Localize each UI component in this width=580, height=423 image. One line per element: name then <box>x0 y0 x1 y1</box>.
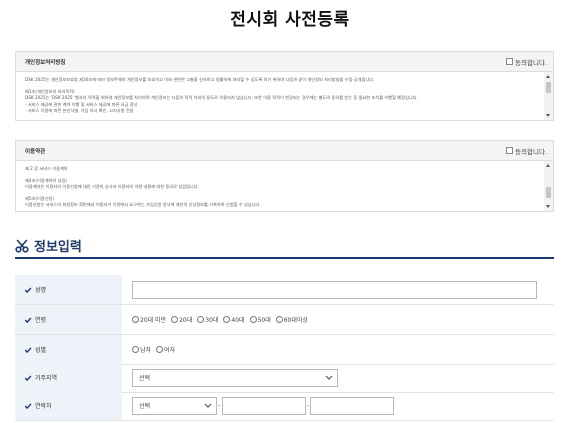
age-option-30s[interactable]: 30대 <box>197 315 218 324</box>
radio-icon[interactable] <box>132 346 139 353</box>
gender-option-male[interactable]: 남자 <box>132 345 151 354</box>
scroll-up-icon[interactable] <box>546 164 550 167</box>
region-select-value: 선택 <box>139 375 151 382</box>
privacy-agree-checkbox[interactable]: 동의합니다. <box>506 57 547 67</box>
region-select[interactable]: 선택 <box>132 368 338 387</box>
form-row-region: 거주지역 선택 <box>15 363 554 393</box>
age-option-under20[interactable]: 20대 미만 <box>132 315 166 324</box>
checkbox-icon[interactable] <box>506 147 514 154</box>
privacy-scrollbar[interactable] <box>544 72 553 120</box>
age-field-cell: 20대 미만 20대 30대 40대 50대 60대이상 <box>122 305 554 334</box>
chevron-down-icon <box>325 375 333 380</box>
scroll-thumb[interactable] <box>546 187 551 198</box>
page-title: 전시회 사전등록 <box>230 10 350 30</box>
radio-icon[interactable] <box>132 316 139 323</box>
phone-field-cell: 선택 - - <box>122 391 554 420</box>
scroll-down-icon[interactable] <box>546 114 550 117</box>
privacy-agree-label: 동의합니다. <box>515 58 547 67</box>
terms-agree-label: 동의합니다. <box>515 147 547 156</box>
radio-icon[interactable] <box>249 316 257 323</box>
gender-label-cell: 성별 <box>15 335 122 364</box>
phone-prefix-value: 선택 <box>139 403 151 410</box>
checkmark-icon <box>24 346 32 353</box>
scroll-thumb[interactable] <box>546 82 551 93</box>
scroll-down-icon[interactable] <box>546 205 550 208</box>
form-row-age: 연령 20대 미만 20대 30대 40대 50대 60대이상 <box>15 305 554 335</box>
terms-agreement-header: 이용약관 동의합니다. <box>16 141 553 161</box>
info-section-heading: 정보입력 <box>15 236 82 255</box>
gender-option-label: 여자 <box>164 347 176 354</box>
form-row-gender: 성별 남자 여자 <box>15 335 554 365</box>
terms-text[interactable]: 제 2 장 서비스 이용계약 제4조(이용계약의 성립) 이용계약은 이용자의 … <box>16 161 553 211</box>
name-label-cell: 성명 <box>15 275 122 304</box>
privacy-line: - 서비스 이용에 따른 본인식별, 가입 의사 확인, 고지사항 전달 <box>25 108 134 113</box>
region-label-cell: 거주지역 <box>15 363 122 392</box>
radio-icon[interactable] <box>223 316 231 323</box>
age-label-cell: 연령 <box>15 305 122 334</box>
checkmark-icon <box>24 374 32 381</box>
region-field-cell: 선택 <box>122 363 554 392</box>
form-row-name: 성명 <box>15 275 554 305</box>
scissors-icon <box>15 239 29 253</box>
terms-agree-checkbox[interactable]: 동의합니다. <box>506 146 547 156</box>
phone-label: 연락처 <box>35 403 52 410</box>
privacy-agreement-header: 개인정보처리방침 동의합니다. <box>16 52 553 72</box>
terms-line: 이용신청은 서비스의 회원정보 화면에서 이용자가 기관에서 요구하는 가입신청… <box>25 202 261 207</box>
age-option-label: 60대이상 <box>283 317 308 324</box>
phone-label-cell: 연락처 <box>15 391 122 420</box>
age-option-20s[interactable]: 20대 <box>171 315 192 324</box>
age-option-label: 30대 <box>205 317 219 324</box>
checkmark-icon <box>24 286 32 293</box>
gender-option-label: 남자 <box>140 347 152 354</box>
age-radio-group: 20대 미만 20대 30대 40대 50대 60대이상 <box>132 315 308 324</box>
checkmark-icon <box>24 402 32 409</box>
radio-icon[interactable] <box>275 316 283 323</box>
privacy-agreement-box: 개인정보처리방침 동의합니다. DSK 2025는 개인정보보호법 제30조에 … <box>15 51 554 121</box>
age-option-label: 20대 <box>179 317 193 324</box>
phone-prefix-select[interactable]: 선택 <box>132 396 217 415</box>
terms-heading: 이용약관 <box>25 148 46 155</box>
scroll-up-icon[interactable] <box>546 75 550 78</box>
section-divider <box>15 257 554 259</box>
region-label: 거주지역 <box>35 375 58 382</box>
age-label: 연령 <box>35 317 47 324</box>
checkmark-icon <box>24 316 32 323</box>
privacy-text[interactable]: DSK 2025는 개인정보보호법 제30조에 따라 정보주체의 개인정보를 보… <box>16 72 553 120</box>
gender-label: 성별 <box>35 347 47 354</box>
age-option-60plus[interactable]: 60대이상 <box>275 315 308 324</box>
terms-scrollbar[interactable] <box>544 161 553 211</box>
section-title: 정보입력 <box>34 240 82 255</box>
age-option-label: 50대 <box>257 317 271 324</box>
age-option-50s[interactable]: 50대 <box>249 315 271 324</box>
name-input[interactable] <box>132 280 537 299</box>
terms-agreement-box: 이용약관 동의합니다. 제 2 장 서비스 이용계약 제4조(이용계약의 성립)… <box>15 140 554 212</box>
radio-icon[interactable] <box>156 346 164 353</box>
phone-last-input[interactable] <box>310 396 395 415</box>
age-option-label: 40대 <box>231 317 245 324</box>
gender-radio-group: 남자 여자 <box>132 345 175 354</box>
radio-icon[interactable] <box>171 316 179 323</box>
name-label: 성명 <box>35 287 47 294</box>
chevron-down-icon <box>204 403 212 408</box>
phone-middle-input[interactable] <box>221 396 306 415</box>
age-option-40s[interactable]: 40대 <box>223 315 245 324</box>
gender-option-female[interactable]: 여자 <box>156 345 175 354</box>
checkbox-icon[interactable] <box>506 58 514 65</box>
privacy-heading: 개인정보처리방침 <box>25 59 66 66</box>
age-option-label: 20대 미만 <box>140 317 167 324</box>
form-row-phone: 연락처 선택 - - <box>15 391 554 421</box>
name-field-cell <box>122 275 554 304</box>
gender-field-cell: 남자 여자 <box>122 335 554 364</box>
radio-icon[interactable] <box>197 316 205 323</box>
